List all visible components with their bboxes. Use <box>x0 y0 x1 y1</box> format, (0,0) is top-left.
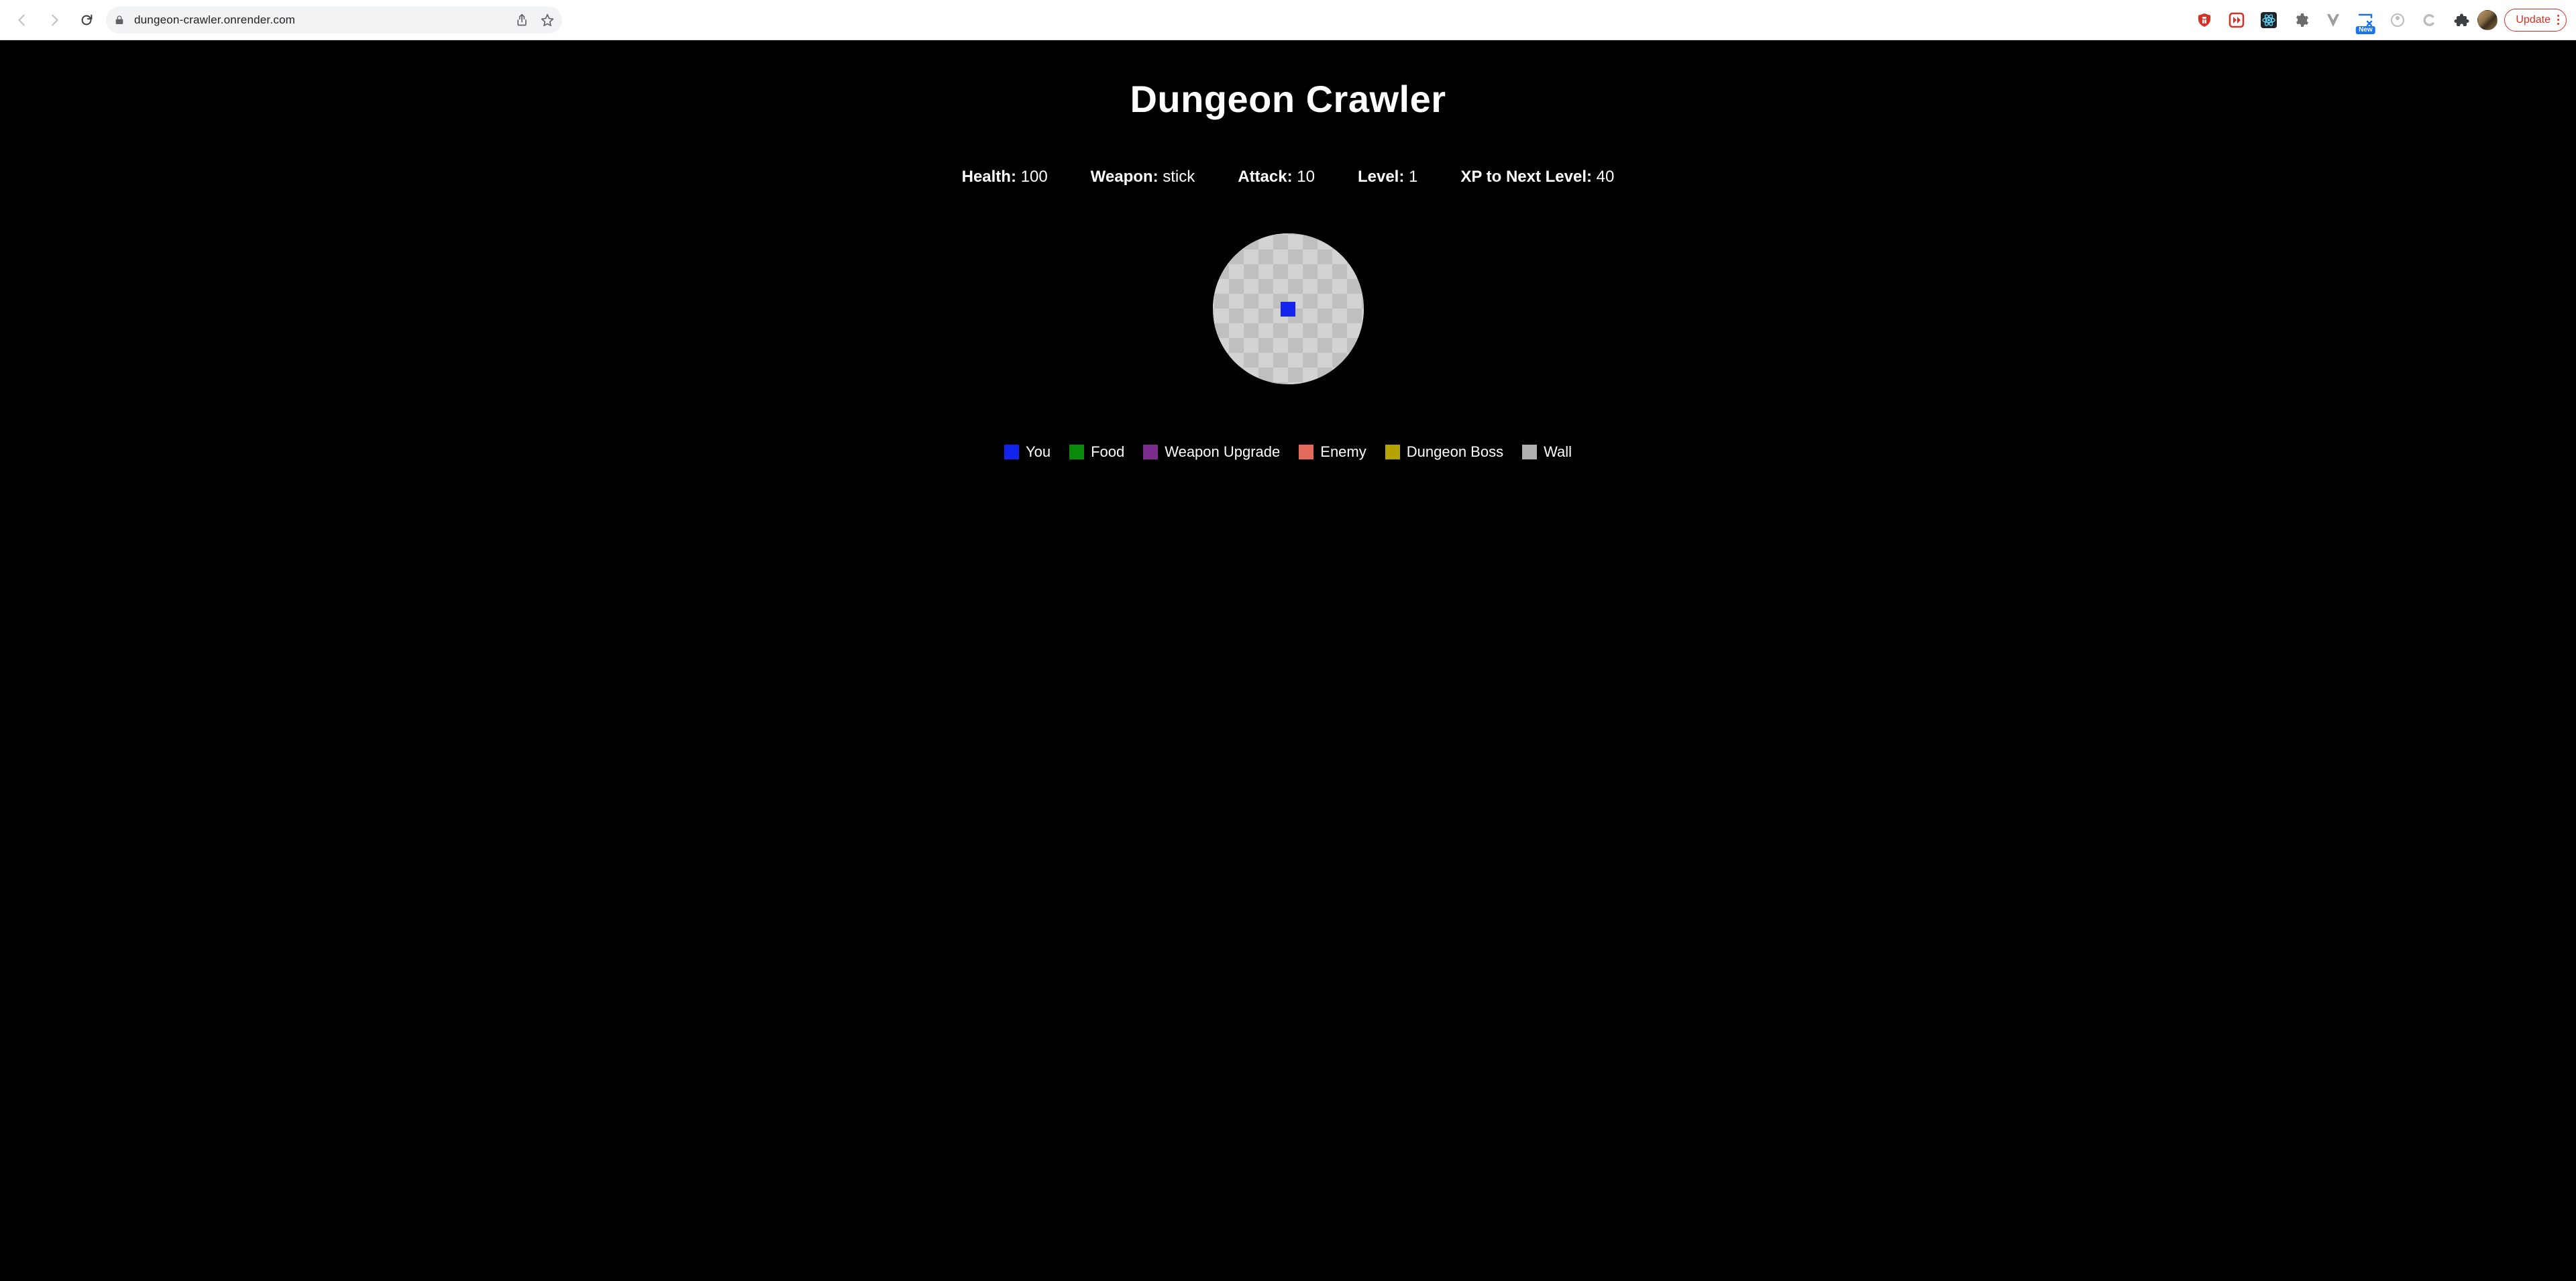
legend-wall: Wall <box>1522 443 1572 461</box>
attack-value: 10 <box>1297 168 1315 186</box>
reload-icon <box>79 13 94 27</box>
legend: You Food Weapon Upgrade Enemy Dungeon Bo… <box>1004 443 1572 461</box>
circle-extension-icon[interactable] <box>2389 11 2406 29</box>
arrow-right-icon <box>47 13 62 27</box>
level-label: Level: <box>1358 168 1404 186</box>
swatch-wall <box>1522 445 1537 459</box>
update-label: Update <box>2516 14 2551 26</box>
star-icon[interactable] <box>541 13 554 27</box>
legend-dungeon-boss: Dungeon Boss <box>1385 443 1503 461</box>
swatch-enemy <box>1299 445 1313 459</box>
legend-you-label: You <box>1026 443 1051 461</box>
screenshot-extension-icon[interactable]: New <box>2357 11 2374 29</box>
browser-chrome: dungeon-crawler.onrender.com N <box>0 0 2576 40</box>
c-extension-icon[interactable] <box>2421 11 2438 29</box>
back-button[interactable] <box>9 7 35 33</box>
new-badge: New <box>2356 26 2375 34</box>
health-label: Health: <box>962 168 1016 186</box>
game-viewport[interactable] <box>1213 233 1364 384</box>
swatch-food <box>1069 445 1084 459</box>
legend-food-label: Food <box>1091 443 1124 461</box>
game-page: Dungeon Crawler Health: 100 Weapon: stic… <box>0 40 2576 1281</box>
xp-label: XP to Next Level: <box>1460 168 1592 186</box>
legend-dungeon-boss-label: Dungeon Boss <box>1407 443 1503 461</box>
player-marker <box>1281 302 1295 317</box>
attack-label: Attack: <box>1238 168 1292 186</box>
legend-weapon-upgrade: Weapon Upgrade <box>1143 443 1280 461</box>
legend-wall-label: Wall <box>1544 443 1572 461</box>
level-stat: Level: 1 <box>1358 168 1417 186</box>
swatch-weapon-upgrade <box>1143 445 1158 459</box>
legend-enemy: Enemy <box>1299 443 1366 461</box>
game-viewport-wrap <box>1213 233 1364 384</box>
address-bar[interactable]: dungeon-crawler.onrender.com <box>106 7 562 34</box>
level-value: 1 <box>1409 168 1417 186</box>
attack-stat: Attack: 10 <box>1238 168 1315 186</box>
ublock-icon[interactable] <box>2196 11 2213 29</box>
react-devtools-icon[interactable] <box>2260 11 2277 29</box>
arrow-left-icon <box>15 13 30 27</box>
forward-button[interactable] <box>42 7 67 33</box>
legend-food: Food <box>1069 443 1124 461</box>
weapon-label: Weapon: <box>1091 168 1159 186</box>
fastforward-icon[interactable] <box>2228 11 2245 29</box>
gear-extension-icon[interactable] <box>2292 11 2310 29</box>
xp-value: 40 <box>1597 168 1615 186</box>
page-title: Dungeon Crawler <box>1130 77 1446 121</box>
vue-devtools-icon[interactable] <box>2324 11 2342 29</box>
extensions-puzzle-icon[interactable] <box>2453 11 2471 29</box>
legend-weapon-upgrade-label: Weapon Upgrade <box>1165 443 1280 461</box>
kebab-icon <box>2557 15 2559 25</box>
lock-icon <box>114 15 125 25</box>
swatch-dungeon-boss <box>1385 445 1400 459</box>
swatch-you <box>1004 445 1019 459</box>
stats-bar: Health: 100 Weapon: stick Attack: 10 Lev… <box>962 168 1615 186</box>
share-icon[interactable] <box>515 13 529 27</box>
url-text: dungeon-crawler.onrender.com <box>134 13 506 27</box>
legend-enemy-label: Enemy <box>1320 443 1366 461</box>
health-stat: Health: 100 <box>962 168 1048 186</box>
legend-you: You <box>1004 443 1051 461</box>
extension-icons: New <box>2196 11 2471 29</box>
update-button[interactable]: Update <box>2504 9 2567 32</box>
weapon-stat: Weapon: stick <box>1091 168 1195 186</box>
profile-avatar[interactable] <box>2477 10 2498 30</box>
reload-button[interactable] <box>74 7 99 33</box>
health-value: 100 <box>1021 168 1048 186</box>
xp-stat: XP to Next Level: 40 <box>1460 168 1614 186</box>
weapon-value: stick <box>1163 168 1195 186</box>
